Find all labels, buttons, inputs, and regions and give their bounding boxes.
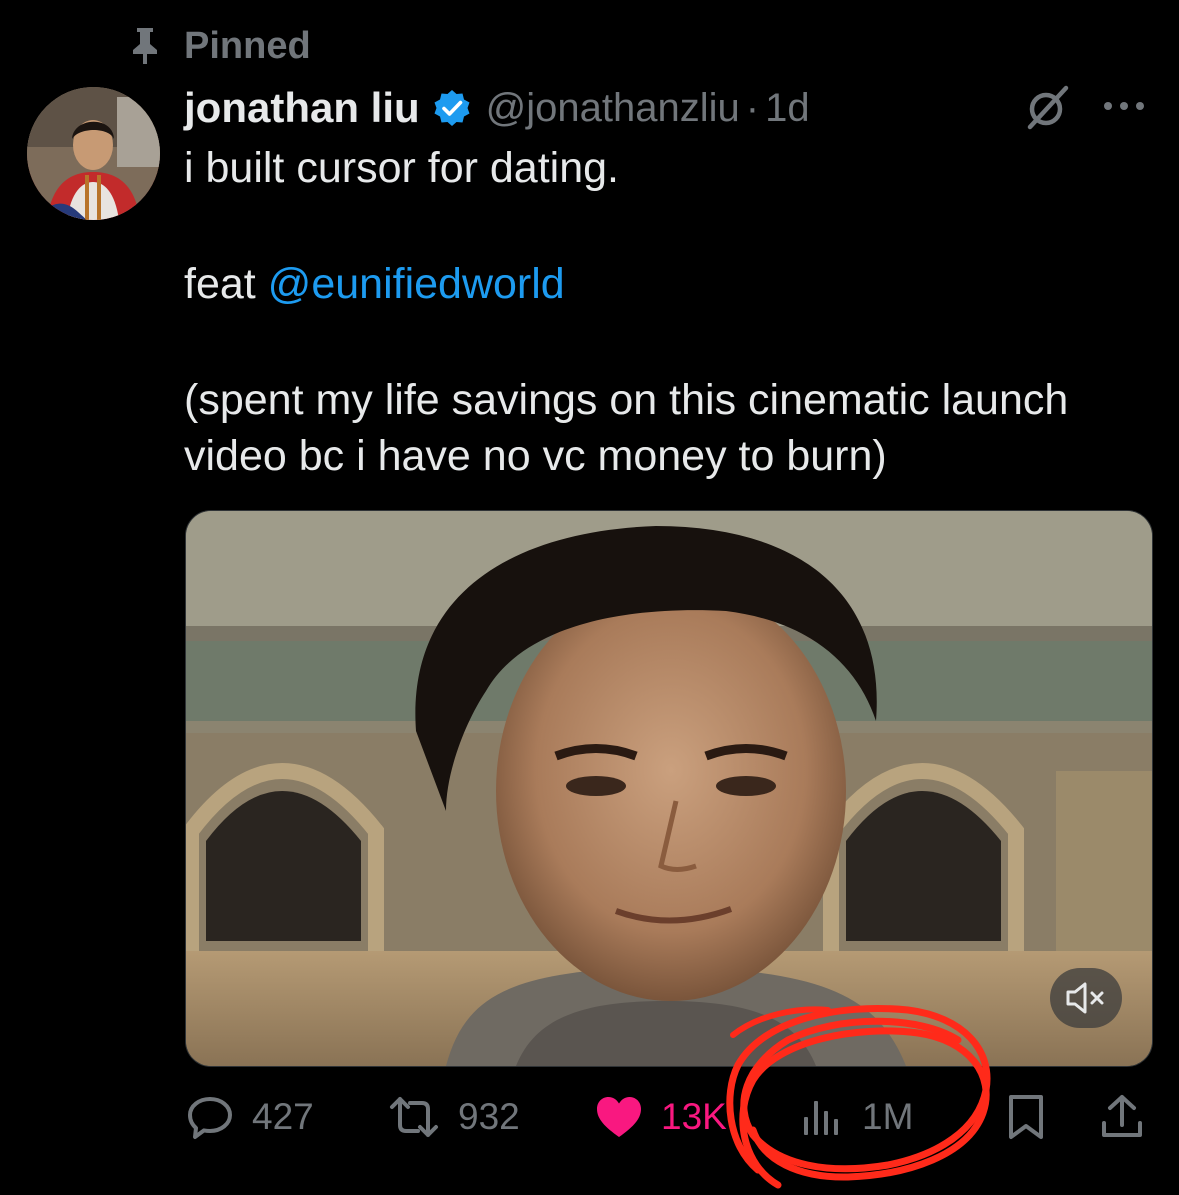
pinned-indicator: Pinned bbox=[128, 22, 311, 70]
pin-icon bbox=[133, 28, 157, 64]
grok-icon[interactable] bbox=[1022, 82, 1072, 132]
pinned-label: Pinned bbox=[184, 24, 311, 67]
share-button[interactable] bbox=[1098, 1085, 1146, 1149]
reply-count: 427 bbox=[252, 1096, 314, 1137]
view-count: 1M bbox=[862, 1096, 914, 1137]
mention-link[interactable]: @eunifiedworld bbox=[268, 260, 565, 308]
tweet-line-3: (spent my life savings on this cinematic… bbox=[184, 376, 1069, 480]
mute-button[interactable] bbox=[1050, 968, 1122, 1028]
tweet-line-1: i built cursor for dating. bbox=[184, 144, 619, 192]
video-player[interactable] bbox=[185, 510, 1153, 1067]
heart-icon bbox=[597, 1097, 641, 1137]
tweet-line-2: feat @eunifiedworld bbox=[184, 256, 565, 312]
reply-icon bbox=[188, 1097, 232, 1139]
verified-badge-icon[interactable] bbox=[432, 88, 472, 128]
bookmark-icon bbox=[1009, 1095, 1043, 1139]
avatar-photo bbox=[27, 87, 160, 220]
feat-text: feat bbox=[184, 260, 268, 308]
speaker-muted-icon bbox=[1066, 982, 1104, 1014]
timestamp[interactable]: 1d bbox=[765, 86, 810, 131]
bookmark-button[interactable] bbox=[1006, 1085, 1046, 1149]
repost-count: 932 bbox=[458, 1096, 520, 1137]
analytics-icon bbox=[804, 1101, 838, 1135]
action-bar: 427 932 13K 1M bbox=[0, 1085, 1179, 1149]
reply-button[interactable]: 427 bbox=[186, 1085, 314, 1149]
like-count: 13K bbox=[661, 1096, 727, 1137]
handle[interactable]: @jonathanzliu bbox=[486, 86, 740, 131]
separator: · bbox=[745, 85, 760, 130]
share-icon bbox=[1102, 1095, 1142, 1137]
repost-button[interactable]: 932 bbox=[388, 1085, 520, 1149]
like-button[interactable]: 13K bbox=[595, 1085, 727, 1149]
repost-icon bbox=[390, 1097, 438, 1137]
more-options-icon[interactable] bbox=[1100, 92, 1148, 120]
tweet-header: jonathan liu @jonathanzliu · 1d bbox=[184, 80, 810, 136]
views-button[interactable]: 1M bbox=[800, 1085, 913, 1149]
display-name[interactable]: jonathan liu bbox=[184, 84, 420, 132]
avatar[interactable] bbox=[27, 87, 160, 220]
video-frame bbox=[186, 511, 1152, 1066]
